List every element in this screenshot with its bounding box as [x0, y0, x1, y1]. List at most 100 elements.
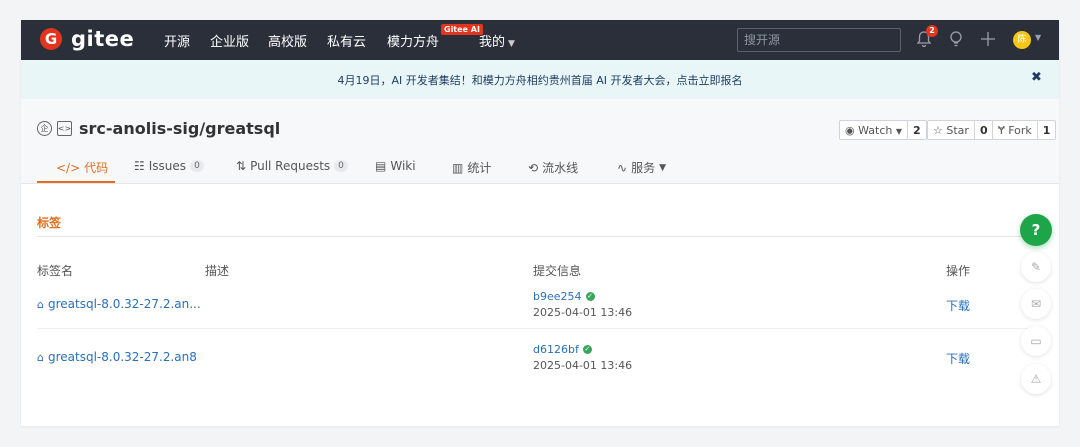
eye-icon: ◉	[845, 123, 855, 137]
report-button[interactable]: ⚠	[1021, 364, 1051, 394]
gitee-ai-badge: Gitee AI	[441, 24, 483, 35]
fork-icon: Ɏ	[998, 123, 1005, 137]
edit-icon: ✎	[1030, 260, 1042, 274]
table-row-commit-hash[interactable]: b9ee254 ✓	[533, 290, 595, 303]
repo-header: 企 <> src-anolis-sig/greatsql ◉ Watch ▼ 2…	[21, 99, 1059, 184]
fork-button[interactable]: Ɏ Fork 1	[992, 120, 1057, 140]
issues-count-badge: 0	[190, 160, 204, 172]
announcement-text[interactable]: 4月19日，AI 开发者集结！和模力方舟相约贵州首届 AI 开发者大会，点击立即…	[21, 72, 1059, 88]
page-frame: G gitee 开源 企业版 高校版 私有云 模力方舟 Gitee AI 我的 ▼…	[21, 20, 1059, 426]
repo-name[interactable]: src-anolis-sig/greatsql	[79, 119, 280, 138]
tab-pipeline[interactable]: ⟲ 流水线	[528, 159, 578, 176]
pull-request-icon: ⇅	[236, 159, 247, 173]
close-icon[interactable]: ✖	[1031, 70, 1042, 85]
tab-issues[interactable]: ☷ Issues 0	[134, 159, 204, 173]
tab-code[interactable]: </> 代码	[56, 159, 108, 176]
issues-icon: ☷	[134, 159, 145, 173]
download-link[interactable]: 下载	[946, 350, 970, 367]
nav-item-enterprise[interactable]: 企业版	[210, 31, 249, 50]
commit-hash-text: b9ee254	[533, 290, 582, 303]
repo-type-icons: 企 <>	[37, 121, 72, 136]
active-tab-indicator	[37, 181, 115, 183]
pull-requests-count-badge: 0	[334, 160, 348, 172]
announcement-banner: 4月19日，AI 开发者集结！和模力方舟相约贵州首届 AI 开发者大会，点击立即…	[21, 60, 1059, 99]
table-row-tag-link[interactable]: ⌂ greatsql-8.0.32-27.2.an8	[37, 350, 197, 364]
gitee-logo-text: gitee	[71, 27, 135, 51]
pipeline-icon: ⟲	[528, 160, 539, 175]
avatar-chevron-down-icon[interactable]: ▼	[1035, 33, 1041, 42]
tab-statistics-label: 统计	[467, 161, 492, 175]
tab-pipeline-label: 流水线	[542, 161, 579, 175]
star-label: ☆ Star	[928, 124, 974, 137]
nav-item-moli-fangzhou[interactable]: 模力方舟	[387, 31, 439, 50]
chat-icon: ▭	[1030, 334, 1042, 348]
fork-count: 1	[1036, 121, 1056, 139]
tag-name: greatsql-8.0.32-27.2.an...	[47, 297, 201, 311]
chevron-down-icon: ▼	[508, 39, 515, 49]
watch-button-body[interactable]: ◉ Watch ▼ 2	[839, 120, 927, 140]
star-count: 0	[973, 121, 993, 139]
chevron-down-icon: ▼	[895, 126, 903, 136]
fork-label-text: Fork	[1008, 123, 1032, 137]
tag-icon: ⌂	[37, 297, 44, 311]
lightbulb-icon[interactable]	[948, 30, 964, 53]
tab-service-label: 服务	[631, 161, 656, 175]
tab-pull-requests[interactable]: ⇅ Pull Requests 0	[236, 159, 348, 173]
commit-hash-text: d6126bf	[533, 343, 579, 356]
table-row-commit-date: 2025-04-01 13:46	[533, 306, 633, 319]
tab-wiki[interactable]: ▤ Wiki	[375, 159, 416, 173]
fork-label: Ɏ Fork	[993, 124, 1037, 137]
verified-icon: ✓	[582, 345, 592, 354]
watch-count: 2	[907, 121, 926, 139]
wiki-icon: ▤	[375, 159, 387, 173]
watch-button[interactable]: ◉ Watch ▼ 2	[839, 120, 927, 140]
user-avatar[interactable]: 陈	[1013, 31, 1031, 49]
tab-wiki-label: Wiki	[390, 159, 416, 173]
help-button[interactable]: ?	[1020, 214, 1052, 246]
column-header-commit-info: 提交信息	[533, 264, 582, 278]
nav-item-private-cloud[interactable]: 私有云	[327, 31, 366, 50]
service-icon: ∿	[617, 160, 628, 175]
gitee-logo-icon: G	[40, 28, 62, 50]
star-label-text: Star	[946, 123, 969, 137]
tab-service[interactable]: ∿ 服务 ▼	[617, 159, 666, 176]
tag-icon: ⌂	[37, 350, 44, 364]
table-row-commit-hash[interactable]: d6126bf ✓	[533, 343, 592, 356]
nav-item-university[interactable]: 高校版	[268, 31, 307, 50]
nav-item-mine[interactable]: 我的 ▼	[479, 31, 515, 50]
watch-label: ◉ Watch ▼	[840, 124, 907, 137]
search-input[interactable]	[737, 28, 901, 52]
nav-item-open-source[interactable]: 开源	[164, 31, 190, 50]
watch-label-text: Watch	[858, 123, 893, 137]
tab-statistics[interactable]: ▥ 统计	[452, 159, 491, 176]
plus-icon[interactable]	[980, 30, 996, 53]
notification-count-badge: 2	[926, 25, 938, 37]
tab-code-label: 代码	[84, 161, 109, 175]
message-button[interactable]: ✉	[1021, 289, 1051, 319]
warning-icon: ⚠	[1030, 372, 1042, 386]
download-link[interactable]: 下载	[946, 297, 970, 314]
table-row-commit-date: 2025-04-01 13:46	[533, 359, 633, 372]
code-icon: </>	[56, 160, 81, 175]
section-divider	[37, 236, 1037, 237]
row-divider	[37, 328, 1037, 329]
chat-button[interactable]: ▭	[1021, 326, 1051, 356]
nav-item-mine-label: 我的	[479, 35, 506, 50]
tag-name: greatsql-8.0.32-27.2.an8	[47, 350, 197, 364]
table-row-tag-link[interactable]: ⌂ greatsql-8.0.32-27.2.an...	[37, 297, 201, 311]
gitee-logo[interactable]: G gitee	[40, 27, 134, 51]
code-repo-icon: <>	[57, 121, 72, 136]
top-navigation-bar: G gitee 开源 企业版 高校版 私有云 模力方舟 Gitee AI 我的 ▼…	[21, 20, 1059, 60]
star-icon: ☆	[933, 123, 943, 137]
enterprise-icon: 企	[37, 121, 52, 136]
section-title: 标签	[37, 216, 62, 230]
fork-button-body[interactable]: Ɏ Fork 1	[992, 120, 1057, 140]
tab-issues-label: Issues	[148, 159, 187, 173]
verified-icon: ✓	[585, 292, 595, 301]
star-button-body[interactable]: ☆ Star 0	[927, 120, 994, 140]
star-button[interactable]: ☆ Star 0	[927, 120, 994, 140]
feedback-button[interactable]: ✎	[1021, 252, 1051, 282]
column-header-actions: 操作	[946, 264, 971, 278]
tab-pull-requests-label: Pull Requests	[250, 159, 331, 173]
column-header-description: 描述	[205, 264, 230, 278]
